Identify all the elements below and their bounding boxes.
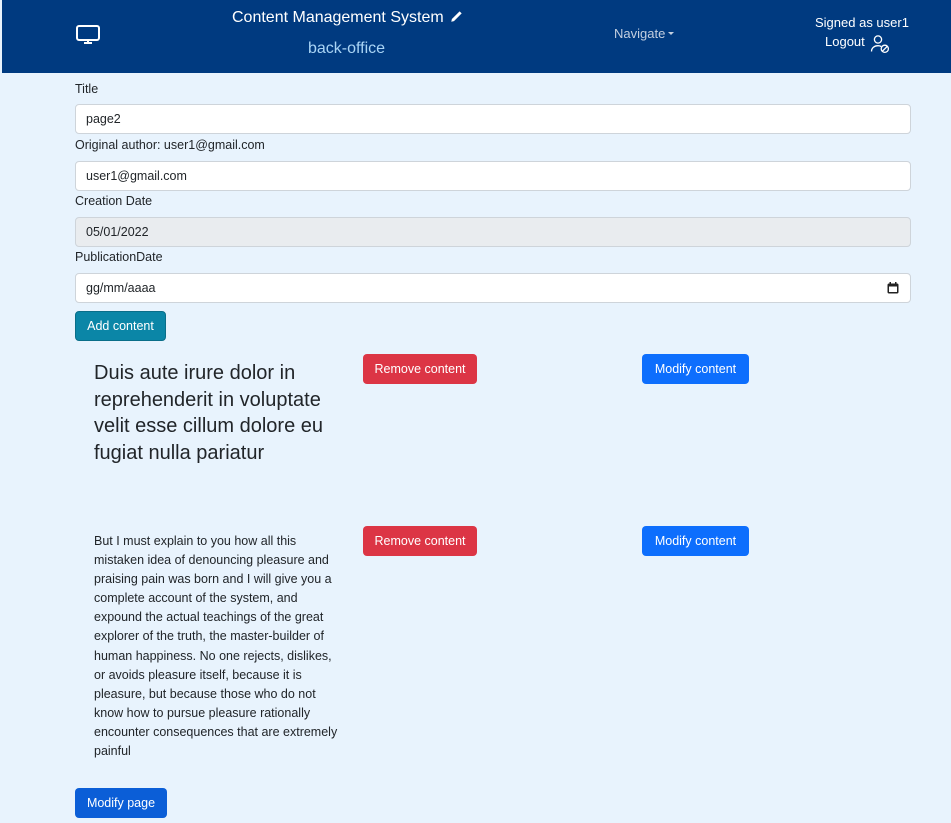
content-heading-1: Duis aute irure dolor in reprehenderit i…: [94, 362, 323, 464]
publication-date-placeholder: gg/mm/aaaa: [86, 281, 156, 295]
user-logout-icon: [870, 35, 889, 54]
content-paragraph-2: But I must explain to you how all this m…: [94, 534, 338, 759]
title-label: Title: [75, 82, 99, 96]
publication-date-label: PublicationDate: [75, 250, 163, 264]
calendar-icon[interactable]: [887, 282, 899, 294]
logout-button[interactable]: Logout: [825, 34, 890, 54]
title-input[interactable]: [75, 104, 911, 134]
creation-date-value: 05/01/2022: [86, 225, 149, 239]
author-input[interactable]: [75, 161, 911, 191]
navigate-label: Navigate: [614, 26, 666, 41]
modify-content-button-1[interactable]: Modify content: [642, 354, 749, 384]
app-title-text: Content Management System: [232, 9, 444, 26]
app-subtitle: back-office: [308, 40, 386, 57]
monitor-icon[interactable]: [75, 24, 101, 46]
caret-down-icon: [668, 32, 675, 35]
pencil-icon: [450, 11, 462, 22]
app-title: Content Management System: [232, 9, 463, 27]
navbar: Content Management System back-office Na…: [2, 0, 951, 73]
remove-content-button-2[interactable]: Remove content: [363, 526, 477, 556]
modify-page-button[interactable]: Modify page: [75, 788, 167, 818]
signed-as-text: Signed as user1: [815, 15, 909, 30]
logout-label: Logout: [825, 34, 865, 49]
creation-date-label: Creation Date: [75, 194, 153, 208]
navigate-dropdown[interactable]: Navigate: [614, 26, 675, 41]
publication-date-input[interactable]: gg/mm/aaaa: [75, 273, 911, 303]
author-label: Original author: user1@gmail.com: [75, 138, 265, 152]
remove-content-button-1[interactable]: Remove content: [363, 354, 477, 384]
add-content-button[interactable]: Add content: [75, 311, 166, 341]
modify-content-button-2[interactable]: Modify content: [642, 526, 749, 556]
creation-date-field: 05/01/2022: [75, 217, 911, 247]
